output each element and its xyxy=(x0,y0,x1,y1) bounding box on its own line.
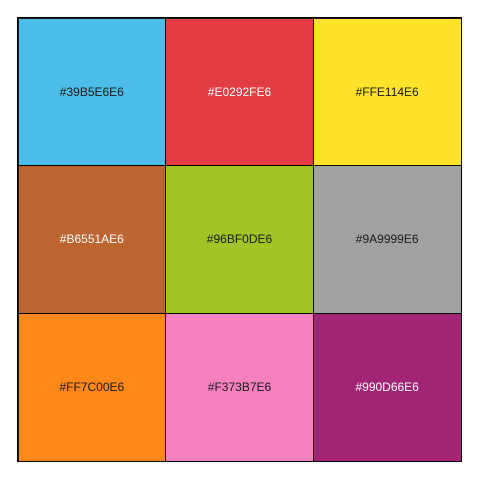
color-swatch: #E0292FE6 xyxy=(165,17,314,167)
swatch-hex-label: #FFE114E6 xyxy=(355,84,419,99)
color-swatch: #39B5E6E6 xyxy=(17,17,167,167)
swatch-hex-label: #E0292FE6 xyxy=(207,84,272,99)
swatch-hex-label: #B6551AE6 xyxy=(59,232,124,247)
swatch-hex-label: #F373B7E6 xyxy=(207,380,272,395)
swatch-hex-label: #39B5E6E6 xyxy=(59,84,124,99)
color-swatch: #FFE114E6 xyxy=(312,17,462,167)
swatch-hex-label: #FF7C00E6 xyxy=(59,380,125,395)
color-swatch-grid: #39B5E6E6 #E0292FE6 #FFE114E6 #B6551AE6 #96B… xyxy=(17,17,462,462)
color-swatch: #990D66E6 xyxy=(312,312,462,462)
swatch-hex-label: #990D66E6 xyxy=(355,380,419,395)
color-swatch: #9A9999E6 xyxy=(312,165,462,314)
swatch-hex-label: #96BF0DE6 xyxy=(206,232,273,247)
color-swatch: #B6551AE6 xyxy=(17,165,167,314)
color-swatch: #96BF0DE6 xyxy=(165,165,314,314)
swatch-hex-label: #9A9999E6 xyxy=(355,232,419,247)
color-swatch: #F373B7E6 xyxy=(165,312,314,462)
color-swatch: #FF7C00E6 xyxy=(17,312,167,462)
